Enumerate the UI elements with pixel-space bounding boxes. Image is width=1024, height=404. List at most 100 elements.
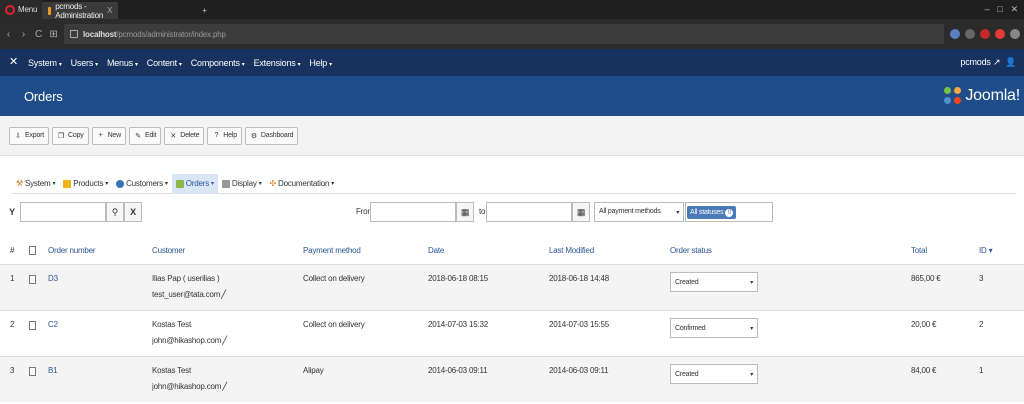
calendar-to-icon[interactable]: ▦ xyxy=(572,202,590,222)
status-chip-label: All statuses xyxy=(690,209,724,216)
url-input[interactable]: localhost/pcmods/administrator/index.php xyxy=(64,24,944,44)
col-payment-method[interactable]: Payment method xyxy=(303,246,361,255)
heart-icon[interactable] xyxy=(965,29,975,39)
nav-content-label: Content xyxy=(146,57,177,68)
extension-icons xyxy=(950,29,1020,39)
order-status-value: Created xyxy=(675,371,699,378)
tab-close-icon[interactable]: X xyxy=(107,6,112,15)
nav-menus-label: Menus xyxy=(106,57,133,68)
help-button[interactable]: ? Help xyxy=(207,126,242,145)
nav-components-label: Components xyxy=(190,57,240,68)
nav-extensions[interactable]: Extensions ▾ xyxy=(254,58,301,68)
col-customer[interactable]: Customer xyxy=(152,246,185,255)
nav-components[interactable]: Components ▾ xyxy=(191,58,245,68)
close-window-icon[interactable]: ✕ xyxy=(1011,4,1019,15)
date-from-input[interactable] xyxy=(370,202,456,222)
customer-name: Ilias Pap ( userilias ) xyxy=(152,274,220,283)
new-button[interactable]: + New xyxy=(91,126,126,145)
page-title: Orders xyxy=(24,88,63,104)
col-order-status[interactable]: Order status xyxy=(670,246,712,255)
new-icon: + xyxy=(98,132,103,139)
row-checkbox[interactable] xyxy=(29,367,36,376)
minimize-icon[interactable]: – xyxy=(985,4,990,15)
user-menu[interactable]: pcmods ↗ 👤 xyxy=(960,57,1016,68)
status-chip[interactable]: All statuses 0 xyxy=(687,206,737,219)
browser-tab-bar: Menu pcmods - Administration X + – □ ✕ xyxy=(0,0,1024,20)
export-label: Export xyxy=(25,132,45,139)
order-status-select[interactable]: Confirmed ▾ xyxy=(670,318,758,338)
opera-extension-icon[interactable] xyxy=(995,29,1005,39)
submenu-orders[interactable]: Orders ▾ xyxy=(171,173,218,194)
clear-search-button[interactable]: X xyxy=(124,202,142,222)
submenu-products[interactable]: Products ▾ xyxy=(59,174,112,194)
order-status-select[interactable]: Created ▾ xyxy=(670,272,758,292)
forward-icon[interactable]: › xyxy=(19,29,28,40)
order-date: 2014-06-03 09:11 xyxy=(428,366,488,375)
orders-icon xyxy=(175,179,184,188)
joomla-logo-icon xyxy=(944,87,962,105)
row-checkbox[interactable] xyxy=(29,275,36,284)
nav-content[interactable]: Content ▾ xyxy=(147,58,182,68)
edit-button[interactable]: ✎ Edit xyxy=(128,126,162,145)
row-checkbox[interactable] xyxy=(29,321,36,330)
download-icon[interactable] xyxy=(1010,29,1020,39)
delete-button[interactable]: ✕ Delete xyxy=(164,126,205,145)
page-info-icon[interactable] xyxy=(70,30,78,38)
back-icon[interactable]: ‹ xyxy=(4,29,13,40)
export-button[interactable]: ⇩ Export xyxy=(9,126,50,145)
browser-menu-button[interactable]: Menu xyxy=(0,0,43,19)
joomla-menu-icon[interactable] xyxy=(8,55,20,69)
search-button[interactable]: ⚲ xyxy=(106,202,124,222)
new-tab-button[interactable]: + xyxy=(196,2,212,19)
adblock-icon[interactable] xyxy=(980,29,990,39)
customer-email-text: john@hikashop.com xyxy=(152,336,222,345)
col-date[interactable]: Date xyxy=(428,246,444,255)
payment-method-select[interactable]: All payment methods ▾ xyxy=(594,202,684,222)
nav-users[interactable]: Users ▾ xyxy=(71,58,99,68)
maximize-icon[interactable]: □ xyxy=(997,4,1002,15)
browser-tab-blurred[interactable] xyxy=(118,2,196,19)
nav-system-label: System xyxy=(28,57,57,68)
order-number-link[interactable]: D3 xyxy=(48,274,58,283)
url-host: localhost xyxy=(83,29,117,39)
col-total[interactable]: Total xyxy=(911,246,927,255)
joomla-brand: Joomla! xyxy=(944,87,1020,105)
edit-pencil-icon[interactable]: ╱ xyxy=(222,336,227,345)
select-all-checkbox[interactable] xyxy=(29,246,36,255)
order-total: 20,00 € xyxy=(911,320,937,329)
edit-pencil-icon[interactable]: ╱ xyxy=(222,382,227,391)
edit-pencil-icon[interactable]: ╱ xyxy=(221,290,226,299)
action-toolbar: ⇩ Export ❐ Copy + New ✎ Edit ✕ Delete ? Help ⚙… xyxy=(0,116,1024,156)
vpn-icon[interactable] xyxy=(950,29,960,39)
help-label: Help xyxy=(223,132,237,139)
col-last-modified[interactable]: Last Modified xyxy=(549,246,594,255)
reload-icon[interactable]: C xyxy=(34,29,43,40)
order-status-select[interactable]: Created ▾ xyxy=(670,364,758,384)
hikashop-submenu: ⚒ System ▾ Products ▾ Customers ▾ Orders ▾ Di… xyxy=(12,173,1016,194)
nav-help[interactable]: Help ▾ xyxy=(309,58,332,68)
submenu-documentation[interactable]: ✣ Documentation ▾ xyxy=(266,174,339,194)
nav-menus[interactable]: Menus ▾ xyxy=(107,58,138,68)
submenu-customers[interactable]: Customers ▾ xyxy=(112,174,172,194)
status-chip-remove-icon[interactable]: 0 xyxy=(725,208,734,217)
order-number-link[interactable]: C2 xyxy=(48,320,58,329)
submenu-system[interactable]: ⚒ System ▾ xyxy=(12,174,59,194)
calendar-from-icon[interactable]: ▦ xyxy=(456,202,474,222)
filter-row: Y ⚲ X From ▦ to ▦ All payment methods ▾ A… xyxy=(0,202,1024,224)
order-number-link[interactable]: B1 xyxy=(48,366,58,375)
order-id: 2 xyxy=(979,320,984,329)
browser-tab-active[interactable]: pcmods - Administration X xyxy=(42,2,119,20)
speed-dial-icon[interactable]: ⊞ xyxy=(49,29,58,40)
order-modified: 2018-06-18 14:48 xyxy=(549,274,609,283)
col-id[interactable]: ID ▾ xyxy=(979,246,993,255)
copy-button[interactable]: ❐ Copy xyxy=(52,126,89,145)
nav-system[interactable]: System ▾ xyxy=(28,58,62,68)
date-to-input[interactable] xyxy=(486,202,572,222)
col-order-number[interactable]: Order number xyxy=(48,246,96,255)
dashboard-button[interactable]: ⚙ Dashboard xyxy=(244,126,299,145)
help-icon: ? xyxy=(214,132,219,139)
search-input[interactable] xyxy=(20,202,106,222)
submenu-system-label: System xyxy=(24,179,51,188)
filter-icon[interactable]: Y xyxy=(6,202,18,222)
submenu-display[interactable]: Display ▾ xyxy=(218,174,266,194)
